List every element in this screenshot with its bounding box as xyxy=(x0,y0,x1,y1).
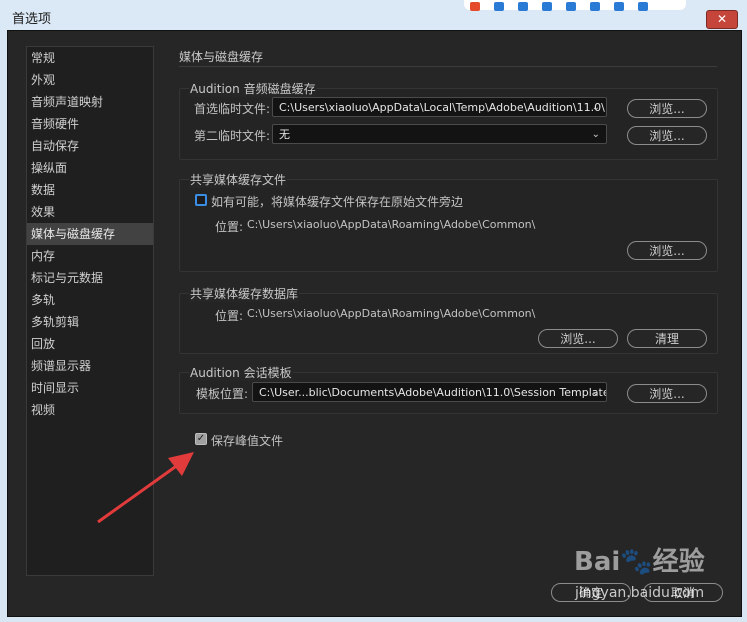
chevron-down-icon: ⌄ xyxy=(591,102,600,113)
sidebar-item-multitrack[interactable]: 多轨 xyxy=(27,289,153,311)
template-location-label: 模板位置: xyxy=(196,387,249,401)
primary-temp-value: C:\Users\xiaoluo\AppData\Local\Temp\Adob… xyxy=(279,101,605,114)
page-title: 媒体与磁盘缓存 xyxy=(179,50,264,64)
sidebar-item-control-surface[interactable]: 操纵面 xyxy=(27,157,153,179)
chevron-down-icon: ⌄ xyxy=(591,387,600,398)
browse-primary-button[interactable]: 浏览... xyxy=(627,99,707,118)
template-location-value: C:\User...blic\Documents\Adobe\Audition\… xyxy=(259,386,607,399)
save-peak-files-label: 保存峰值文件 xyxy=(211,434,284,448)
browse-db-button[interactable]: 浏览... xyxy=(538,329,618,348)
baidu-jingyan-watermark: Bai🐾经验 xyxy=(574,547,705,577)
disk-cache-title: Audition 音频磁盘缓存 xyxy=(189,80,317,97)
sidebar-item-time-display[interactable]: 时间显示 xyxy=(27,377,153,399)
sidebar-item-multitrack-clips[interactable]: 多轨剪辑 xyxy=(27,311,153,333)
secondary-temp-label: 第二临时文件: xyxy=(194,129,271,143)
mic-icon[interactable] xyxy=(566,2,576,11)
window-title: 首选项 xyxy=(12,12,52,27)
close-button[interactable]: ✕ xyxy=(706,10,738,29)
clean-db-button[interactable]: 清理 xyxy=(627,329,707,348)
browse-template-button[interactable]: 浏览... xyxy=(627,384,707,403)
toolbox-icon[interactable] xyxy=(638,2,648,11)
primary-temp-select[interactable]: C:\Users\xiaoluo\AppData\Local\Temp\Adob… xyxy=(272,97,607,117)
sidebar-item-spectral-display[interactable]: 频谱显示器 xyxy=(27,355,153,377)
title-bar: 首选项 ✕ xyxy=(0,0,747,30)
ime-icon[interactable] xyxy=(494,2,504,11)
emoji-icon[interactable] xyxy=(542,2,552,11)
save-beside-original-label: 如有可能，将媒体缓存文件保存在原始文件旁边 xyxy=(211,195,464,209)
sidebar-item-auto-save[interactable]: 自动保存 xyxy=(27,135,153,157)
shared-cache-title: 共享媒体缓存文件 xyxy=(189,171,288,188)
shared-db-title: 共享媒体缓存数据库 xyxy=(189,285,300,302)
sidebar-item-effects[interactable]: 效果 xyxy=(27,201,153,223)
sidebar-item-media-cache[interactable]: 媒体与磁盘缓存 xyxy=(27,223,153,245)
sidebar-item-video[interactable]: 视频 xyxy=(27,399,153,421)
ime-toolbar xyxy=(464,0,686,11)
title-divider xyxy=(179,66,717,67)
browse-cache-button[interactable]: 浏览... xyxy=(627,241,707,260)
sidebar-item-memory[interactable]: 内存 xyxy=(27,245,153,267)
sidebar-item-audio-hardware[interactable]: 音频硬件 xyxy=(27,113,153,135)
db-location-label: 位置: xyxy=(215,309,244,323)
sogou-icon[interactable] xyxy=(470,2,480,11)
punct-icon[interactable] xyxy=(518,2,528,11)
secondary-temp-select[interactable]: 无 ⌄ xyxy=(272,124,607,144)
sidebar-item-general[interactable]: 常规 xyxy=(27,47,153,69)
chevron-down-icon: ⌄ xyxy=(591,129,600,140)
annotation-arrow-icon xyxy=(97,452,194,524)
sidebar-item-markers-metadata[interactable]: 标记与元数据 xyxy=(27,267,153,289)
watermark-url: jingyan.baidu.com xyxy=(575,585,705,601)
db-location-value: C:\Users\xiaoluo\AppData\Roaming\Adobe\C… xyxy=(247,307,536,320)
keyboard-icon[interactable] xyxy=(590,2,600,11)
cache-location-label: 位置: xyxy=(215,220,244,234)
secondary-temp-value: 无 xyxy=(279,128,290,141)
preferences-window: 首选项 ✕ 常规 外观 音频声道映射 音频硬件 自动保存 操纵面 数据 效果 媒… xyxy=(0,0,747,622)
save-beside-original-checkbox[interactable] xyxy=(195,194,207,206)
sidebar-item-data[interactable]: 数据 xyxy=(27,179,153,201)
skin-icon[interactable] xyxy=(614,2,624,11)
browse-secondary-button[interactable]: 浏览... xyxy=(627,126,707,145)
primary-temp-label: 首选临时文件: xyxy=(194,102,271,116)
cache-location-value: C:\Users\xiaoluo\AppData\Roaming\Adobe\C… xyxy=(247,218,536,231)
sidebar-item-playback[interactable]: 回放 xyxy=(27,333,153,355)
template-location-select[interactable]: C:\User...blic\Documents\Adobe\Audition\… xyxy=(252,382,607,402)
sidebar-item-appearance[interactable]: 外观 xyxy=(27,69,153,91)
session-template-title: Audition 会话模板 xyxy=(189,364,293,381)
sidebar-item-channel-mapping[interactable]: 音频声道映射 xyxy=(27,91,153,113)
